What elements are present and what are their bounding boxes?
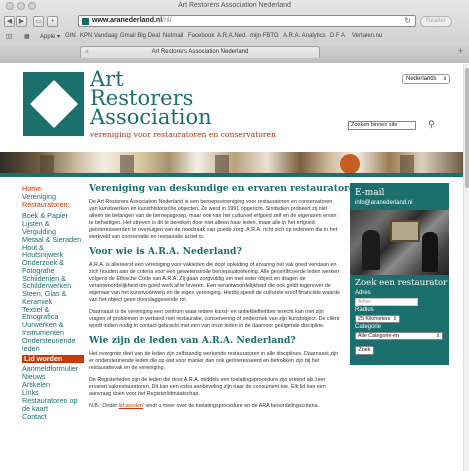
radius-select[interactable]: 25 Kilometers ⇕ <box>355 315 400 323</box>
share-button[interactable]: ▭ <box>33 16 44 27</box>
nav-category-item[interactable]: Onderzoek & Fotografie <box>22 259 84 274</box>
url-text: www.aranederland.nl/nl/ <box>92 17 172 24</box>
window-title: Art Restorers Association Nederland <box>178 2 291 9</box>
tab-title: Art Restorers Association Nederland <box>151 49 249 55</box>
body-paragraph: A.R.A. is allereerst een vereniging voor… <box>89 262 341 303</box>
bookmark-item[interactable]: Netmail <box>163 33 183 39</box>
chevron-updown-icon: ⇕ <box>435 333 440 339</box>
banner-bar <box>0 173 469 177</box>
bookmark-item[interactable]: KPN Vandaag <box>80 33 118 39</box>
radius-label: Radius <box>355 307 374 313</box>
note-paragraph: N.B.: Onder lid worden' vindt u meer ove… <box>89 403 341 410</box>
reading-list-icon[interactable]: ▯▯ <box>6 33 13 40</box>
forward-button[interactable]: ▶ <box>16 16 27 27</box>
chevron-updown-icon: ⇕ <box>392 316 397 322</box>
bookmark-item[interactable]: D F A <box>330 33 345 39</box>
adres-input[interactable]: Adres <box>355 298 418 306</box>
nav-item-lid-worden[interactable]: Lid worden <box>22 355 84 364</box>
page-title: Vereniging van deskundige en ervaren res… <box>89 183 362 194</box>
url-host: www.aranederland.nl <box>92 17 163 24</box>
bookmarks-bar: ▯▯ ▦ Apple ▾ GIN KPN Vandaag Gmail Big D… <box>0 31 469 43</box>
nav-category-item[interactable]: Metaal & Sieraden <box>22 235 84 244</box>
categorie-value: Alle Categorie-en <box>358 333 399 339</box>
note-prefix: N.B.: Onder <box>89 403 119 409</box>
address-bar[interactable]: www.aranederland.nl/nl/ ↻ <box>78 15 416 27</box>
tab-bar: × Art Restorers Association Nederland + <box>0 43 469 63</box>
right-sidebar: E-mail info@aranederland.nl Zoek een res… <box>350 183 449 365</box>
nav-category-item[interactable]: Textiel & Etnografica <box>22 305 84 321</box>
language-select[interactable]: Nederlands ⇕ <box>402 74 450 84</box>
main-content: Vereniging van deskundige en ervaren res… <box>89 183 362 415</box>
close-tab-icon[interactable]: × <box>85 47 89 58</box>
site-tagline: vereniging voor restauratoren en conserv… <box>90 130 276 139</box>
email-link[interactable]: info@aranederland.nl <box>355 200 412 206</box>
photo-person <box>422 232 438 272</box>
scroll-thumb[interactable] <box>465 68 469 188</box>
add-tab-icon[interactable]: + <box>458 46 463 56</box>
categorie-select[interactable]: Alle Categorie-en ⇕ <box>355 332 443 340</box>
page-scrollbar[interactable] <box>463 64 469 471</box>
body-paragraph: Daarnaast is de vereniging een centrum w… <box>89 309 340 329</box>
categorie-label: Categorie <box>355 324 382 330</box>
nav-category-item[interactable]: Ondersteunende leden <box>22 337 84 352</box>
bookmark-item[interactable]: A.R.A.Ned. <box>217 33 247 39</box>
site-header: Art Restorers Association vereniging voo… <box>0 64 469 156</box>
bookmark-item[interactable]: mijn FBTO <box>250 33 279 39</box>
lid-worden-link[interactable]: lid worden <box>119 403 143 409</box>
banner-sun <box>340 154 360 174</box>
site-favicon <box>82 18 89 25</box>
url-path: /nl/ <box>162 17 172 24</box>
bookmark-item[interactable]: Facebook <box>188 33 214 39</box>
new-tab-button[interactable]: + <box>47 16 58 27</box>
nav-item-restauratoren[interactable]: Restauratoren: <box>22 201 84 209</box>
chevron-updown-icon: ⇕ <box>442 76 447 82</box>
nav-item-kaart[interactable]: Restauratoren op de kaart <box>22 397 84 412</box>
body-paragraph: De Registerleden zijn de leden die door … <box>89 377 326 397</box>
section-heading: Voor wie is A.R.A. Nederland? <box>89 246 242 257</box>
reader-button[interactable]: Reader <box>420 16 452 27</box>
browser-chrome: Art Restorers Association Nederland ◀ ▶ … <box>0 0 469 63</box>
bookmark-item[interactable]: GIN <box>65 33 76 39</box>
site-name-line: Association <box>90 105 212 129</box>
logo-diamond <box>29 79 79 129</box>
photo-person <box>362 230 380 270</box>
radius-value: 25 Kilometers <box>358 316 391 322</box>
nav-category-item[interactable]: Steen, Glas & Keramiek <box>22 290 84 305</box>
section-heading: Wie zijn de leden van A.R.A. Nederland? <box>89 335 296 346</box>
bookmark-item[interactable]: Apple ▾ <box>40 33 60 40</box>
intro-paragraph: De Art Restorers Association Nederland i… <box>89 199 338 240</box>
search-icon[interactable]: ⚲ <box>428 119 435 130</box>
site-search-input[interactable]: Zoeken binnen site <box>348 121 416 130</box>
find-restorer-heading: Zoek een restaurator <box>355 278 448 288</box>
header-banner <box>0 152 469 177</box>
navigation-toolbar: ◀ ▶ ▭ + www.aranederland.nl/nl/ ↻ Reader <box>0 13 469 30</box>
nav-category-item[interactable]: Lijsten & Vergulding <box>22 220 84 235</box>
bookmark-item[interactable]: Gmail Big Deal <box>120 33 160 39</box>
bookmark-item[interactable]: Vertalen.nu <box>352 33 382 39</box>
site-logo[interactable] <box>23 72 84 136</box>
active-tab[interactable]: × Art Restorers Association Nederland <box>80 46 320 58</box>
left-navigation: Home Vereniging Restauratoren: Boek & Pa… <box>22 185 84 421</box>
nav-category-item[interactable]: Hout & Houtsnijwerk <box>22 243 84 259</box>
reload-icon[interactable]: ↻ <box>404 16 411 25</box>
email-heading: E-mail <box>355 188 385 198</box>
nav-category-item[interactable]: Schilderijen & Schilderwerken <box>22 274 84 290</box>
bookmarks-grid-icon[interactable]: ▦ <box>24 33 30 40</box>
language-value: Nederlands <box>406 76 437 82</box>
note-suffix: ' vindt u meer over de toelatingsprocedu… <box>143 403 320 409</box>
nav-category-item[interactable]: Uurwerken & Instrumenten <box>22 321 84 336</box>
back-button[interactable]: ◀ <box>4 16 15 27</box>
workshop-photo <box>350 210 449 275</box>
bookmark-item[interactable]: A.R.A. Analytics <box>283 33 326 39</box>
body-paragraph: Het overgrote deel van de leden zijn zel… <box>89 351 339 371</box>
title-bar: Art Restorers Association Nederland <box>0 0 469 13</box>
photo-painting <box>390 220 420 242</box>
adres-label: Adres <box>355 290 371 296</box>
nav-item-contact[interactable]: Contact <box>22 413 84 421</box>
zoek-button[interactable]: Zoek <box>355 346 374 355</box>
site-name: Art Restorers Association <box>90 69 212 129</box>
